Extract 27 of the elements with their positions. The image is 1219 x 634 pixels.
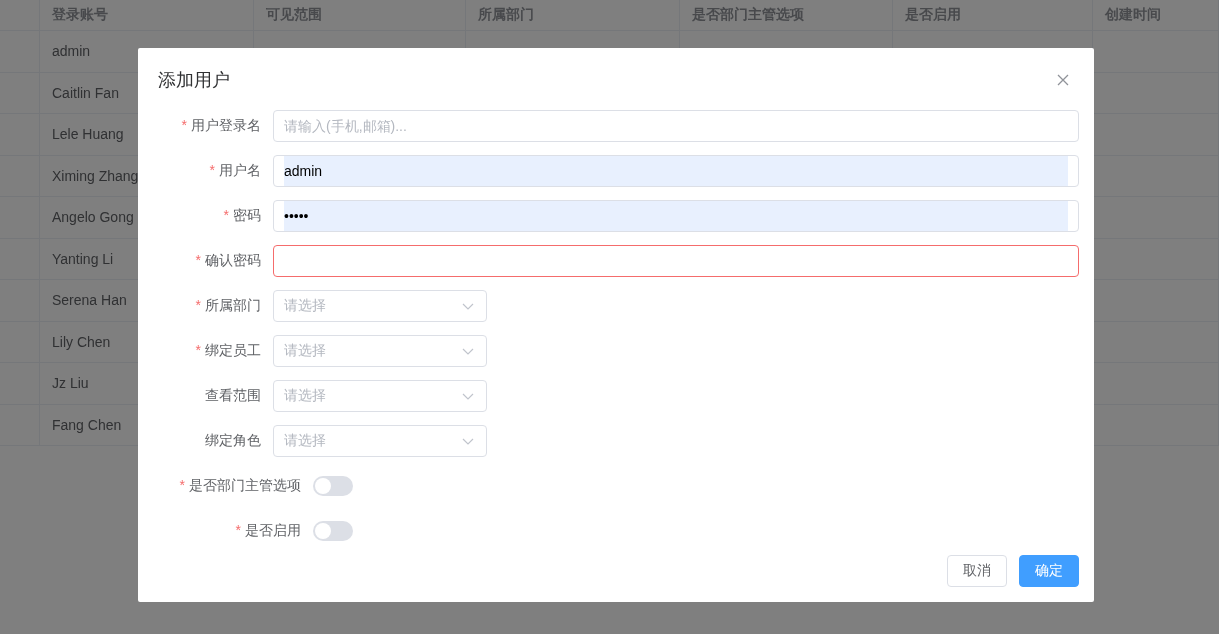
select-field[interactable]: 请选择 [273, 380, 487, 412]
form-label: 是否部门主管选项 [189, 477, 301, 495]
chevron-down-icon [462, 302, 474, 310]
form-label: 是否启用 [245, 522, 301, 540]
toggle-switch[interactable] [313, 476, 353, 496]
required-asterisk: * [209, 162, 215, 180]
required-asterisk: * [195, 342, 201, 360]
chevron-down-icon [462, 347, 474, 355]
chevron-down-icon [462, 392, 474, 400]
select-field[interactable]: 请选择 [273, 290, 487, 322]
dialog-title: 添加用户 [158, 69, 230, 92]
select-field[interactable]: 请选择 [273, 335, 487, 367]
required-asterisk: * [195, 252, 201, 270]
chevron-down-icon [462, 437, 474, 445]
required-asterisk: * [235, 522, 241, 540]
confirm-button[interactable]: 确定 [1019, 555, 1079, 587]
select-field[interactable]: 请选择 [273, 425, 487, 457]
input-field[interactable] [273, 245, 1079, 277]
cancel-button[interactable]: 取消 [947, 555, 1007, 587]
input-field[interactable]: ••••• [273, 200, 1079, 232]
required-asterisk: * [223, 207, 229, 225]
close-icon[interactable] [1057, 74, 1069, 86]
required-asterisk: * [179, 477, 185, 495]
required-asterisk: * [195, 297, 201, 315]
toggle-switch[interactable] [313, 521, 353, 541]
required-asterisk: * [181, 117, 187, 135]
input-field[interactable]: admin [273, 155, 1079, 187]
